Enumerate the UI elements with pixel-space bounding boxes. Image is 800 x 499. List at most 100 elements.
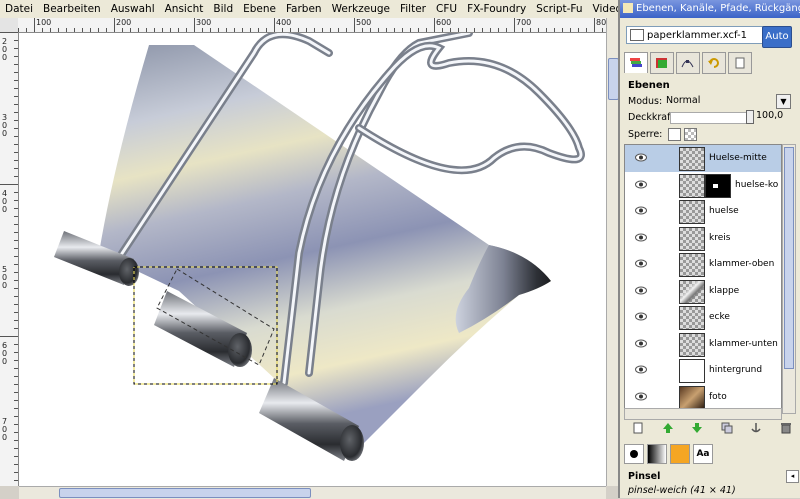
layer-thumbnail[interactable]	[679, 332, 705, 357]
layer-thumbnail[interactable]	[679, 253, 705, 277]
layer-row[interactable]: klappe	[625, 278, 781, 305]
layer-thumbnail[interactable]	[679, 200, 705, 224]
menu-item-ansicht[interactable]: Ansicht	[160, 3, 209, 15]
ruler-label: 500	[356, 18, 372, 27]
ruler-tick	[14, 256, 18, 257]
eye-icon[interactable]	[635, 233, 647, 242]
ruler-tick	[410, 28, 411, 32]
eye-icon[interactable]	[635, 339, 647, 348]
opacity-slider-handle[interactable]	[746, 110, 754, 124]
brush-section-title: Pinsel	[628, 471, 661, 482]
tab-patterns[interactable]	[670, 444, 690, 464]
layer-mask-thumbnail[interactable]	[705, 173, 731, 198]
menu-item-bild[interactable]: Bild	[208, 3, 238, 15]
eye-icon[interactable]	[635, 259, 647, 268]
ruler-tick	[146, 28, 147, 32]
menu-item-farben[interactable]: Farben	[281, 3, 327, 15]
anchor-layer-icon[interactable]	[750, 422, 762, 434]
horizontal-ruler[interactable]: 100200300400500600700800900	[18, 18, 606, 33]
layer-row[interactable]: hintergrund	[625, 357, 781, 384]
menu-item-werkzeuge[interactable]: Werkzeuge	[327, 3, 395, 15]
ruler-tick	[530, 28, 531, 32]
eye-icon[interactable]	[635, 180, 647, 189]
mode-select[interactable]: Normal	[666, 94, 790, 108]
tab-gradients[interactable]	[647, 444, 667, 464]
auto-button[interactable]: Auto	[762, 26, 792, 48]
layer-thumbnail[interactable]	[679, 359, 705, 383]
ruler-tick	[266, 28, 267, 32]
eye-icon[interactable]	[635, 206, 647, 215]
lower-layer-icon[interactable]	[691, 422, 703, 434]
eye-icon[interactable]	[635, 365, 647, 374]
ruler-tick	[26, 28, 27, 32]
ruler-corner[interactable]	[0, 18, 19, 33]
opacity-slider[interactable]	[670, 112, 752, 124]
ruler-tick	[450, 28, 451, 32]
duplicate-layer-icon[interactable]	[721, 422, 733, 434]
layers-list[interactable]: Huelse-mitte huelse-ko huelse kreis klammer-…	[624, 144, 782, 414]
layer-thumbnail[interactable]	[679, 226, 705, 251]
menu-item-datei[interactable]: Datei	[0, 3, 38, 15]
tab-layers[interactable]	[624, 52, 648, 73]
layer-thumbnail[interactable]	[679, 173, 705, 198]
layer-row[interactable]: klammer-unten	[625, 331, 781, 358]
layer-row[interactable]: klammer-oben	[625, 251, 781, 278]
lock-pixels-checkbox[interactable]	[668, 128, 681, 141]
ruler-tick	[14, 120, 18, 121]
layers-horizontal-scrollbar[interactable]	[624, 408, 782, 420]
menu-item-fx-foundry[interactable]: FX-Foundry	[462, 3, 531, 15]
menu-item-auswahl[interactable]: Auswahl	[106, 3, 160, 15]
ruler-tick	[14, 88, 18, 89]
layer-thumbnail[interactable]	[679, 306, 705, 330]
layer-row[interactable]: Huelse-mitte	[625, 145, 781, 172]
lock-alpha-icon[interactable]	[684, 128, 697, 141]
layer-row[interactable]: huelse	[625, 198, 781, 225]
ruler-tick	[14, 376, 18, 377]
new-layer-icon[interactable]	[632, 422, 644, 434]
eye-icon[interactable]	[635, 286, 647, 295]
canvas-horizontal-scrollbar[interactable]	[19, 486, 606, 499]
tab-paths[interactable]	[676, 52, 700, 74]
eye-icon[interactable]	[635, 312, 647, 321]
vertical-ruler[interactable]: 2 0 0 3 0 0 4 0 0 5 0 0 6 0 0 7 0 0	[0, 32, 19, 486]
ruler-tick	[14, 392, 18, 393]
menu-item-cfu[interactable]: CFU	[431, 3, 462, 15]
chevron-down-icon[interactable]: ▼	[776, 94, 791, 109]
layer-row[interactable]: foto	[625, 384, 781, 411]
tab-document[interactable]	[728, 52, 752, 74]
ruler-tick	[322, 28, 323, 32]
menu-item-ebene[interactable]: Ebene	[238, 3, 281, 15]
ruler-tick	[282, 28, 283, 32]
scroll-thumb[interactable]	[59, 488, 311, 498]
close-icon[interactable]: ◂	[786, 470, 799, 483]
tab-undo[interactable]	[702, 52, 726, 74]
layer-row[interactable]: kreis	[625, 225, 781, 252]
tab-fonts[interactable]: Aa	[693, 444, 713, 464]
tab-channels[interactable]	[650, 52, 674, 74]
raise-layer-icon[interactable]	[662, 422, 674, 434]
ruler-tick	[194, 18, 195, 32]
layer-row[interactable]: huelse-ko	[625, 172, 781, 199]
image-canvas[interactable]	[19, 33, 606, 486]
scroll-thumb[interactable]	[784, 147, 794, 369]
menu-item-filter[interactable]: Filter	[395, 3, 431, 15]
ruler-tick	[14, 272, 18, 273]
dock-titlebar[interactable]: Ebenen, Kanäle, Pfade, Rückgängig, ...	[620, 0, 800, 18]
menu-item-bearbeiten[interactable]: Bearbeiten	[38, 3, 106, 15]
ruler-tick	[14, 144, 18, 145]
layer-thumbnail[interactable]	[679, 279, 705, 304]
eye-icon[interactable]	[635, 153, 647, 162]
layer-name: ecke	[709, 312, 730, 322]
ruler-tick	[14, 128, 18, 129]
layers-vertical-scrollbar[interactable]	[782, 144, 796, 414]
layer-thumbnail[interactable]	[679, 147, 705, 171]
ruler-tick	[562, 28, 563, 32]
tab-brushes[interactable]	[624, 444, 644, 464]
layer-thumbnail[interactable]	[679, 385, 705, 410]
delete-layer-icon[interactable]	[780, 422, 792, 434]
layer-row[interactable]: ecke	[625, 304, 781, 331]
image-selector[interactable]: paperklammer.xcf-1 ▼	[626, 26, 778, 44]
menu-item-script-fu[interactable]: Script-Fu	[531, 3, 587, 15]
eye-icon[interactable]	[635, 392, 647, 401]
opacity-value[interactable]: 100,0	[756, 110, 788, 121]
